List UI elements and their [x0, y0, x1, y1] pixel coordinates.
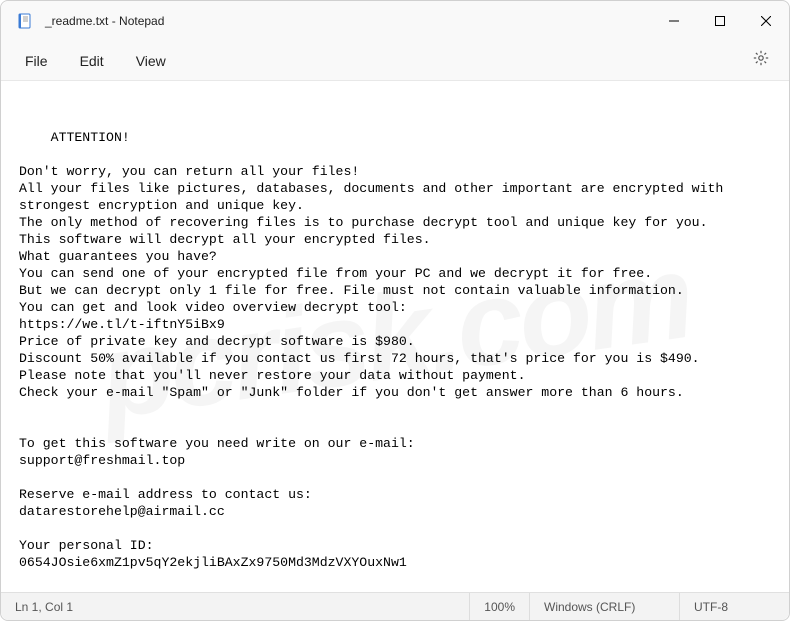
- notepad-window: _readme.txt - Notepad File Edit View pcr…: [0, 0, 790, 621]
- statusbar: Ln 1, Col 1 100% Windows (CRLF) UTF-8: [1, 592, 789, 620]
- status-zoom[interactable]: 100%: [469, 593, 529, 620]
- menu-view[interactable]: View: [120, 47, 182, 75]
- window-controls: [651, 1, 789, 41]
- status-cursor-position: Ln 1, Col 1: [1, 600, 87, 614]
- text-editor-area[interactable]: pcrisk.com ATTENTION! Don't worry, you c…: [1, 81, 789, 592]
- window-title: _readme.txt - Notepad: [45, 14, 164, 28]
- minimize-button[interactable]: [651, 1, 697, 41]
- menu-edit[interactable]: Edit: [64, 47, 120, 75]
- menu-file[interactable]: File: [9, 47, 64, 75]
- menubar: File Edit View: [1, 41, 789, 81]
- status-encoding: UTF-8: [679, 593, 789, 620]
- maximize-button[interactable]: [697, 1, 743, 41]
- titlebar: _readme.txt - Notepad: [1, 1, 789, 41]
- document-text: ATTENTION! Don't worry, you can return a…: [19, 130, 731, 570]
- gear-icon: [753, 50, 769, 71]
- status-line-ending: Windows (CRLF): [529, 593, 679, 620]
- settings-button[interactable]: [741, 44, 781, 77]
- notepad-app-icon: [17, 13, 33, 29]
- close-button[interactable]: [743, 1, 789, 41]
